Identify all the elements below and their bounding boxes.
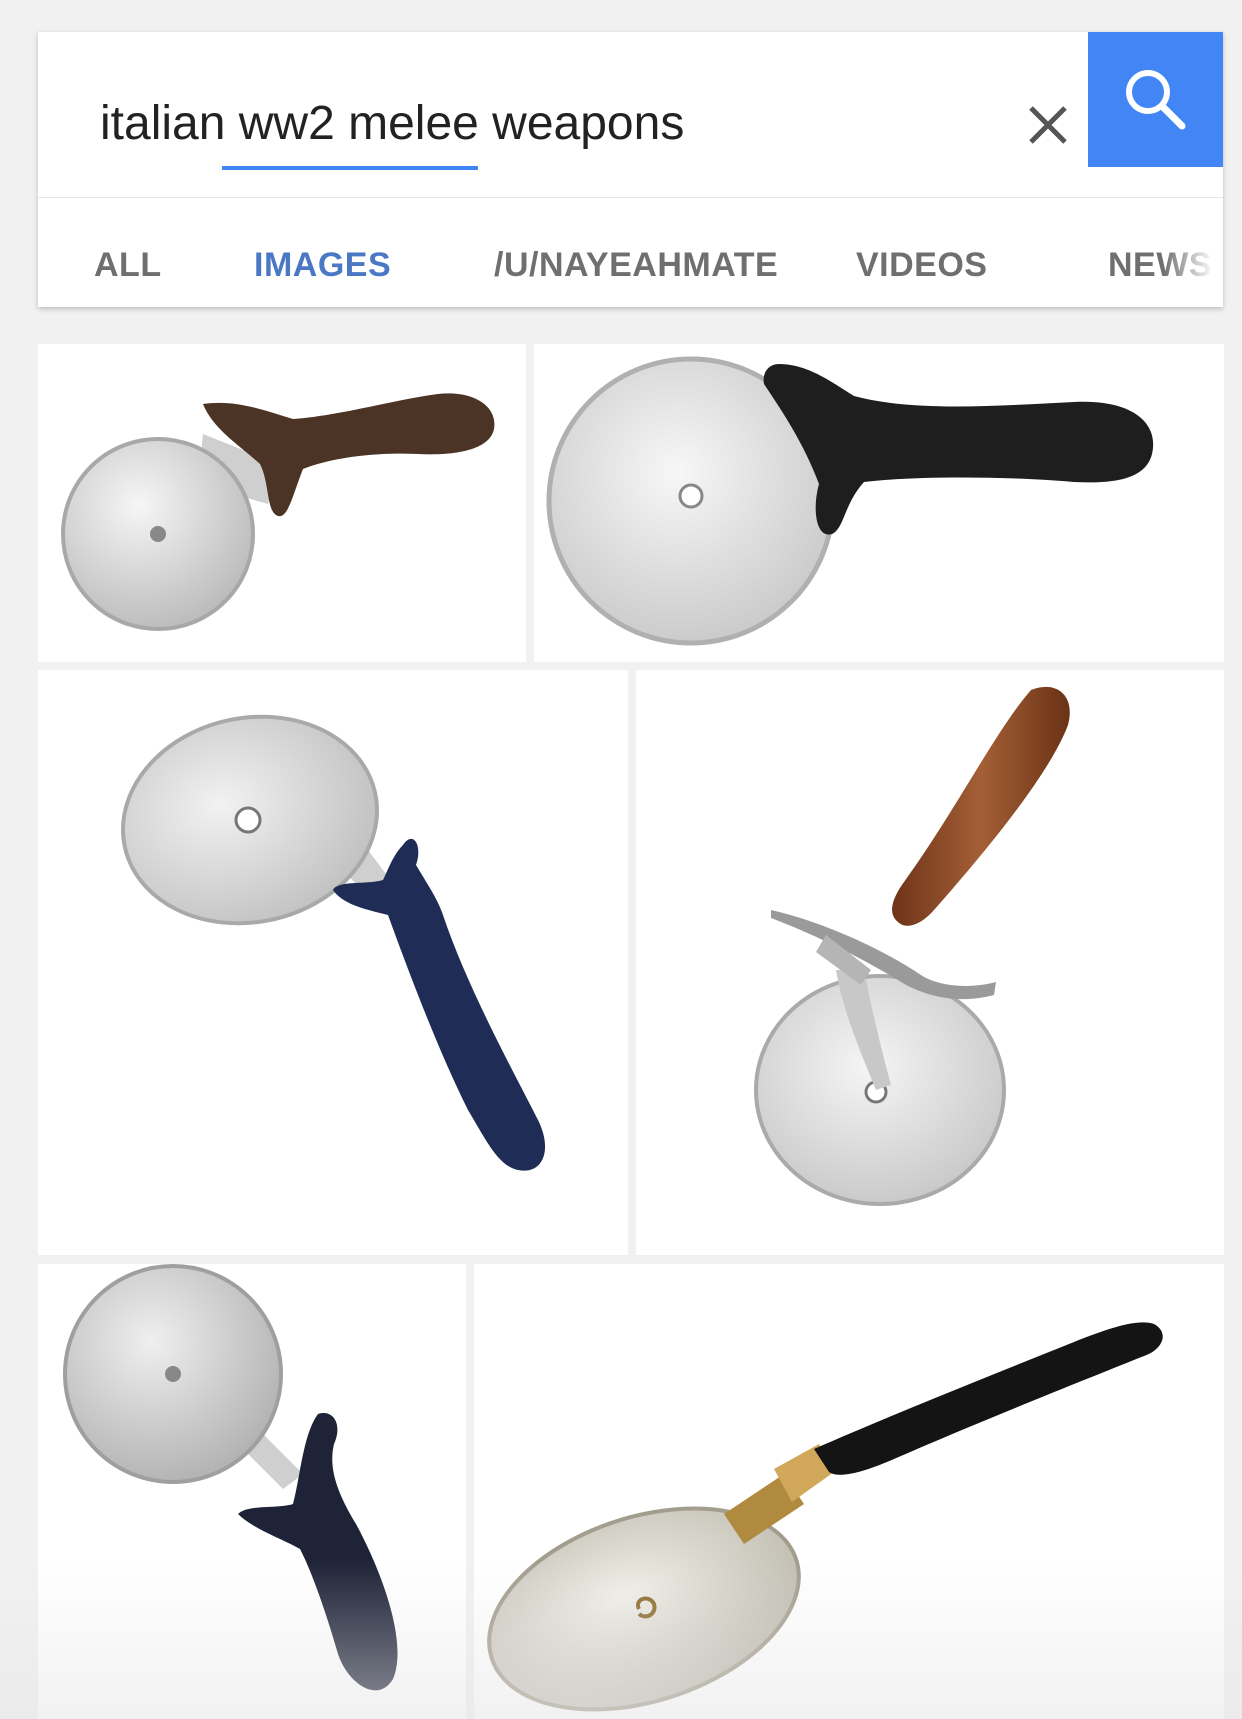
pizza-cutter-image (754, 686, 1070, 1206)
pizza-cutter-image (487, 1322, 1163, 1712)
image-result-6[interactable] (474, 1264, 1224, 1719)
pizza-cutter-image (546, 356, 1154, 646)
image-result-4[interactable] (636, 670, 1224, 1255)
pizza-cutter-image (61, 393, 495, 631)
pizza-cutter-image (121, 714, 546, 1171)
image-results-grid (0, 0, 1242, 1719)
image-result-1[interactable] (38, 344, 526, 662)
image-result-3[interactable] (38, 670, 628, 1255)
image-result-2[interactable] (534, 344, 1224, 662)
pizza-cutter-image (63, 1264, 398, 1691)
image-result-5[interactable] (38, 1264, 466, 1719)
